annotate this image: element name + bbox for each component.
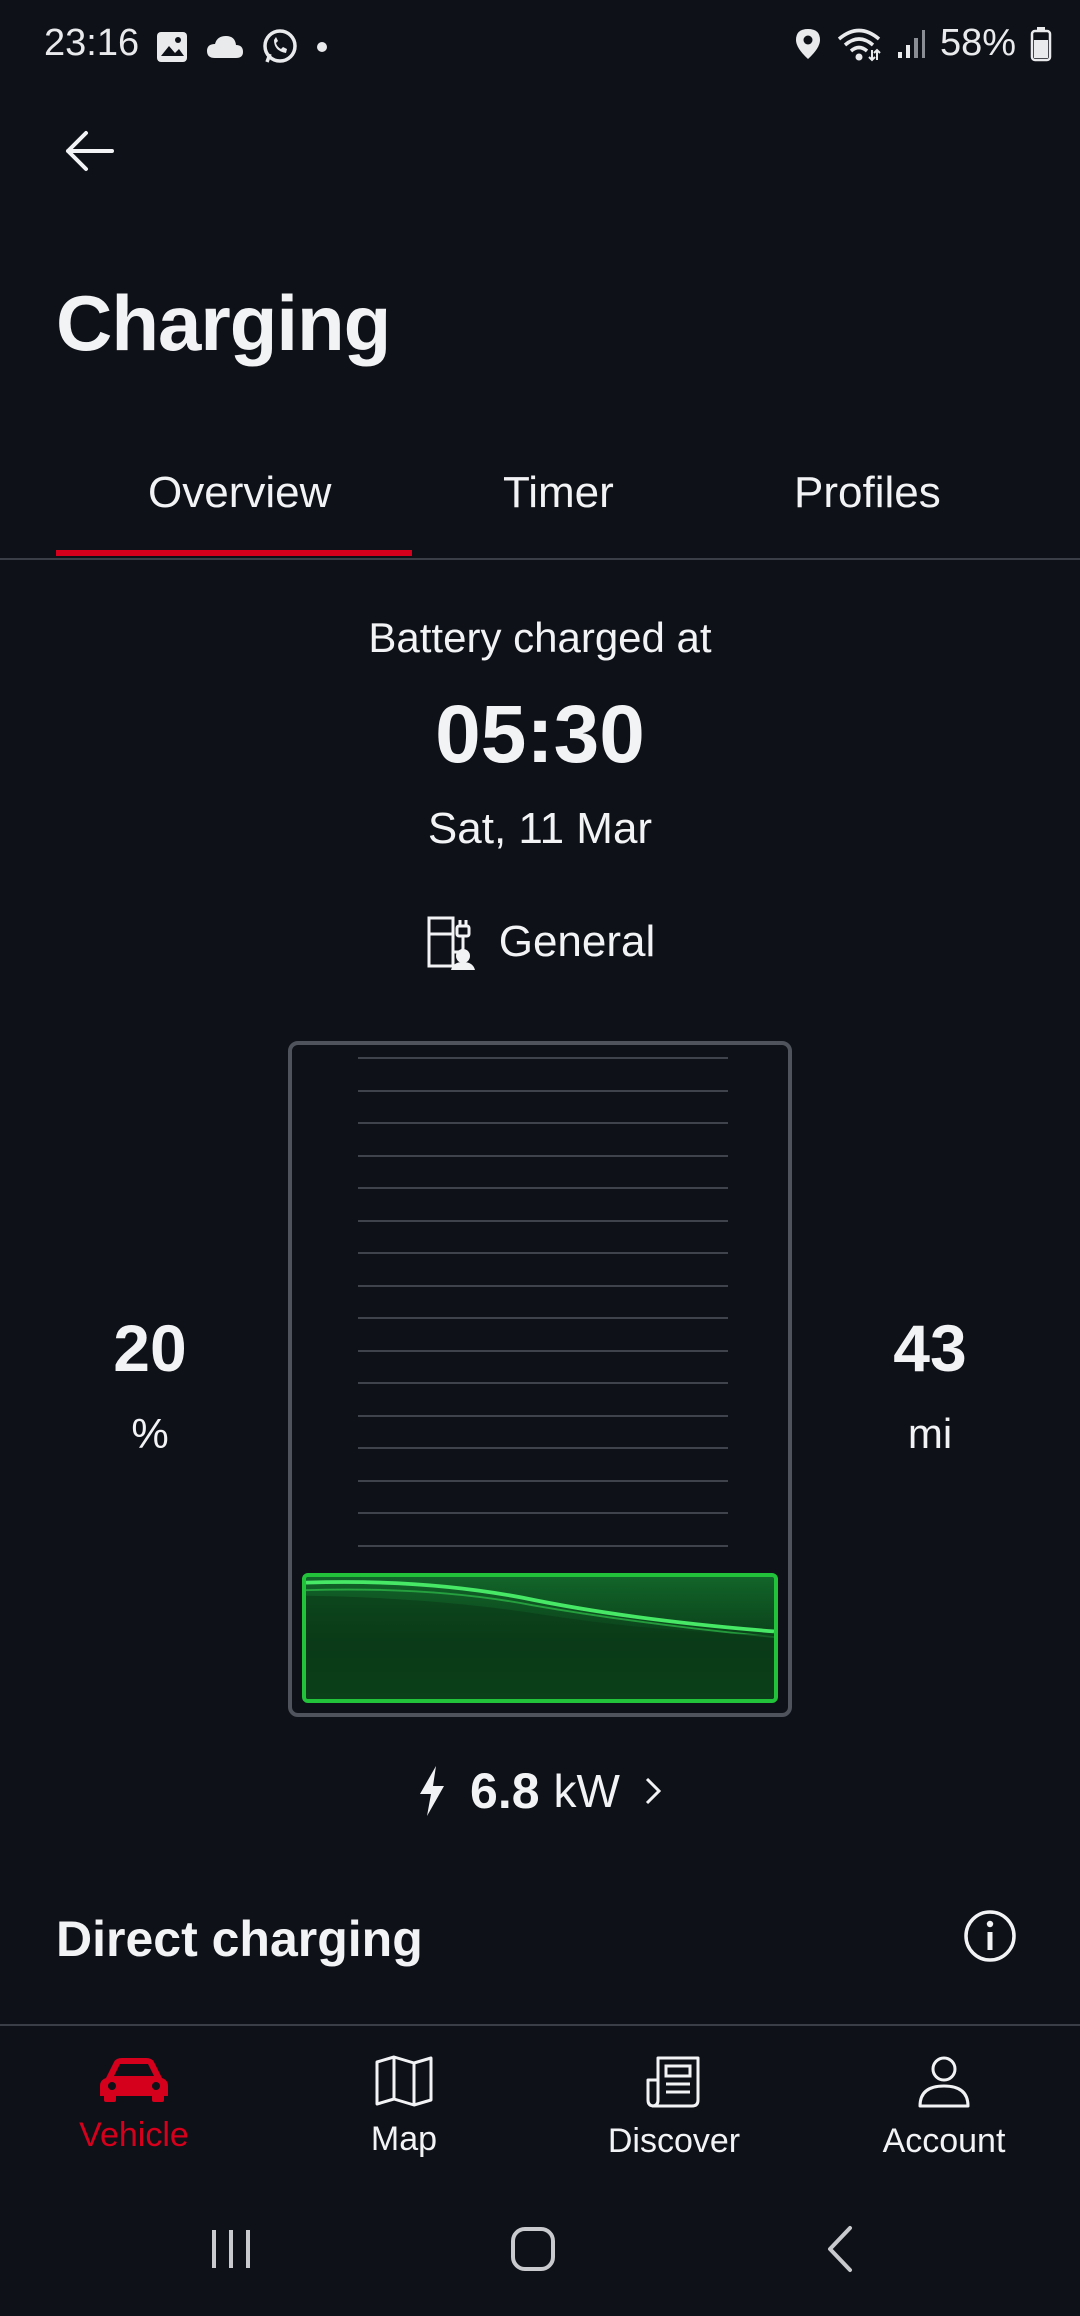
- status-icons-left: [155, 28, 329, 66]
- nav-map-label: Map: [370, 2120, 438, 2158]
- battery-scale-line: [358, 1414, 728, 1417]
- battery-gauge-scale: [358, 1057, 728, 1577]
- dot-icon: [317, 42, 327, 52]
- battery-scale-line: [358, 1089, 728, 1092]
- battery-scale-line: [358, 1252, 728, 1254]
- recent-apps-button[interactable]: [206, 2226, 256, 2277]
- battery-scale-line: [358, 1154, 728, 1157]
- location-icon: [795, 28, 820, 59]
- map-icon: [375, 2055, 433, 2107]
- battery-scale-line: [358, 1349, 728, 1352]
- info-button[interactable]: [962, 1908, 1018, 1964]
- bottom-navigation: Vehicle Map Discover Account: [0, 2024, 1080, 2206]
- battery-scale-line: [358, 1187, 728, 1189]
- tab-profiles[interactable]: Profiles: [794, 468, 941, 518]
- battery-wave: [306, 1580, 774, 1699]
- system-back-button[interactable]: [822, 2224, 858, 2279]
- nav-map[interactable]: Map: [294, 2054, 514, 2159]
- battery-percent: 58%: [939, 22, 1016, 64]
- status-icons-right: 58%: [794, 22, 1052, 65]
- signal-icon: [897, 29, 925, 58]
- home-button[interactable]: [508, 2224, 558, 2279]
- direct-charging-title: Direct charging: [56, 1911, 423, 1967]
- battery-icon: [1030, 26, 1052, 61]
- status-time: 23:16: [44, 22, 140, 64]
- charging-profile-label: General: [498, 917, 656, 966]
- car-icon: [100, 2058, 168, 2102]
- info-icon: [964, 1910, 1016, 1962]
- battery-scale-line: [358, 1382, 728, 1384]
- nav-vehicle-label: Vehicle: [79, 2116, 189, 2154]
- chevron-right-icon: [645, 1777, 662, 1805]
- lightning-icon: [420, 1766, 445, 1816]
- range-value: 43: [893, 1311, 967, 1385]
- battery-gauge: [288, 1041, 792, 1717]
- battery-scale-line: [358, 1122, 728, 1124]
- nav-vehicle[interactable]: Vehicle: [24, 2054, 244, 2155]
- battery-scale-line: [358, 1544, 728, 1547]
- charged-at-label: Battery charged at: [368, 614, 712, 661]
- page-title: Charging: [56, 279, 391, 367]
- nav-account-label: Account: [882, 2122, 1006, 2160]
- battery-scale-line: [358, 1284, 728, 1287]
- battery-level-fill: [302, 1573, 778, 1703]
- home-icon: [511, 2227, 555, 2271]
- battery-scale-line: [358, 1512, 728, 1514]
- news-icon: [646, 2056, 700, 2108]
- whatsapp-icon: [263, 29, 297, 63]
- battery-scale-line: [358, 1317, 728, 1319]
- system-navigation-bar: [0, 2204, 1080, 2316]
- active-tab-indicator: [56, 550, 412, 556]
- charged-at-time: 05:30: [435, 689, 645, 780]
- cloud-icon: [207, 36, 243, 58]
- back-button[interactable]: [60, 126, 120, 176]
- nav-account[interactable]: Account: [834, 2054, 1054, 2161]
- account-icon: [918, 2056, 970, 2108]
- tab-timer[interactable]: Timer: [503, 468, 614, 518]
- wifi-icon: [837, 28, 881, 61]
- nav-discover[interactable]: Discover: [564, 2054, 784, 2161]
- arrow-left-icon: [66, 131, 114, 171]
- tab-bar: Overview Timer Profiles: [0, 440, 1080, 560]
- battery-scale-line: [358, 1447, 728, 1449]
- charging-power[interactable]: 6.8 kW: [0, 1762, 1080, 1820]
- battery-scale-line: [358, 1057, 728, 1059]
- tab-overview[interactable]: Overview: [148, 468, 331, 518]
- nav-discover-label: Discover: [607, 2122, 741, 2160]
- battery-scale-line: [358, 1219, 728, 1222]
- charging-profile[interactable]: General: [0, 912, 1080, 972]
- battery-scale-line: [358, 1479, 728, 1482]
- soc-unit: %: [131, 1410, 169, 1457]
- charging-power-value: 6.8: [470, 1763, 540, 1819]
- charging-power-unit: kW: [553, 1765, 620, 1817]
- recent-apps-icon: [212, 2230, 250, 2268]
- system-back-icon: [828, 2226, 852, 2272]
- image-icon: [157, 32, 187, 62]
- charged-at-date: Sat, 11 Mar: [427, 804, 653, 853]
- charging-station-icon: [427, 916, 475, 970]
- range-unit: mi: [907, 1410, 953, 1457]
- soc-value: 20: [113, 1311, 187, 1385]
